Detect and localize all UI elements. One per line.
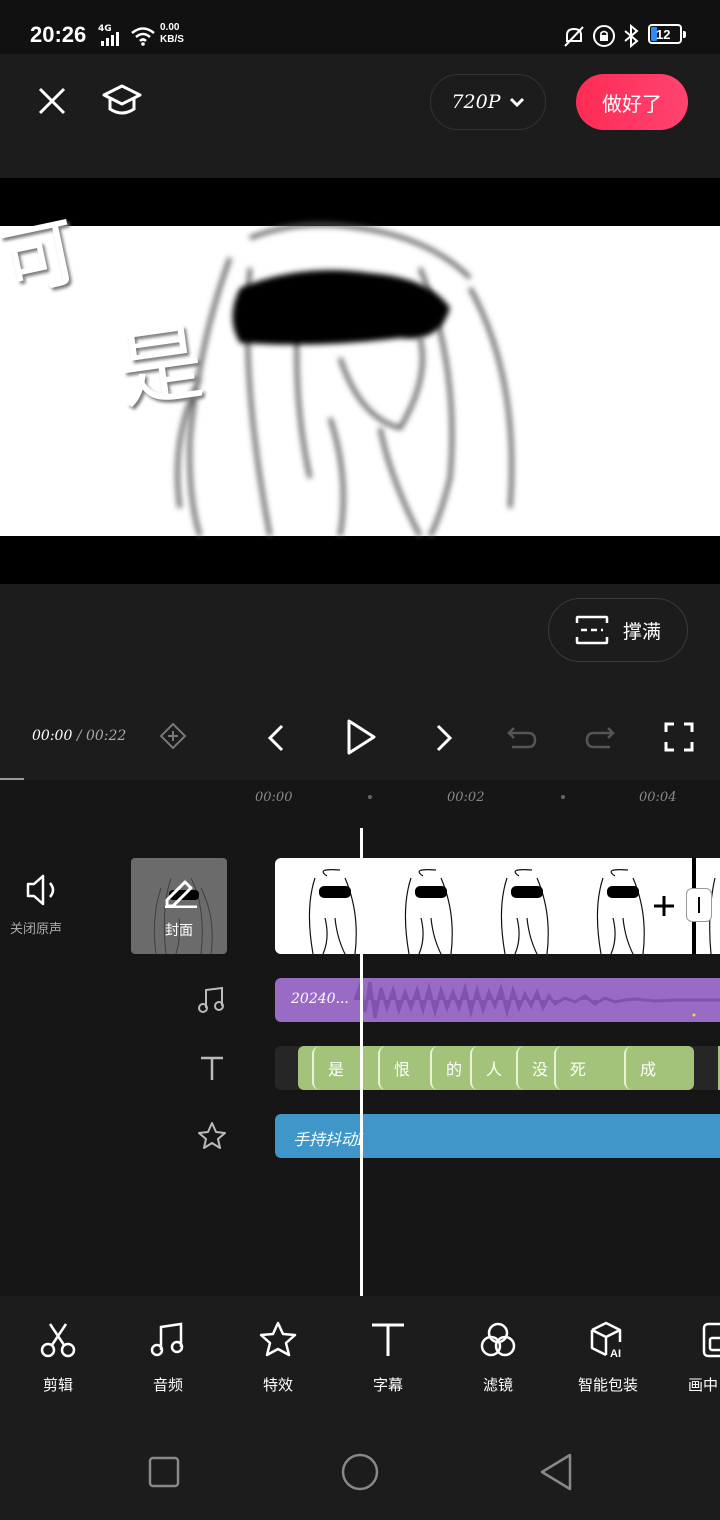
sketch-illustration xyxy=(175,222,514,537)
cover-label: 封面 xyxy=(165,923,193,939)
battery-indicator: 12 xyxy=(648,24,686,44)
speaker-icon[interactable] xyxy=(24,872,64,908)
picture-in-picture-icon xyxy=(702,1322,720,1358)
text-segment[interactable]: 是 xyxy=(312,1046,378,1090)
time-separator: / xyxy=(76,728,82,744)
tool-label: 字幕 xyxy=(372,1376,403,1394)
ruler-tick: 00:00 xyxy=(255,790,293,805)
transition-button[interactable] xyxy=(686,888,712,922)
audio-clip-label: 20240... xyxy=(291,991,349,1007)
total-time: 00:22 xyxy=(85,728,127,744)
ruler-dot xyxy=(561,795,565,799)
cover-button[interactable]: 封面 xyxy=(131,858,227,954)
sparkle-star-icon xyxy=(259,1321,297,1357)
edit-pencil-icon xyxy=(165,880,197,908)
undo-icon[interactable] xyxy=(506,724,538,752)
timecode: 00:00 / 00:22 xyxy=(32,728,126,744)
fill-screen-button[interactable]: 撑满 xyxy=(548,598,688,662)
previous-frame-icon[interactable] xyxy=(264,722,288,754)
text-track-icon xyxy=(201,1056,223,1080)
text-icon xyxy=(372,1323,404,1356)
filter-circles-icon xyxy=(480,1322,516,1357)
add-keyframe-icon[interactable] xyxy=(159,722,187,750)
audio-track-icon xyxy=(198,986,224,1013)
back-triangle-icon[interactable] xyxy=(538,1452,574,1492)
text-segment[interactable]: 没 xyxy=(516,1046,554,1090)
wifi-icon xyxy=(131,27,155,46)
music-note-icon xyxy=(150,1322,184,1357)
text-track[interactable]: 是 恨 的 人 没 死 成 xyxy=(298,1046,694,1090)
tool-smart-package[interactable]: AI 智能包装 xyxy=(558,1320,658,1395)
mute-original-label[interactable]: 关闭原声 xyxy=(10,918,62,937)
preview-caption-2: 是 xyxy=(112,312,210,422)
tool-label: 滤镜 xyxy=(482,1376,513,1394)
text-segment[interactable]: 死 xyxy=(554,1046,624,1090)
text-segment[interactable]: 的 xyxy=(430,1046,470,1090)
signal-icon xyxy=(101,32,119,46)
tool-label: 音频 xyxy=(152,1376,183,1394)
tool-picture-in-picture[interactable]: 画中 xyxy=(668,1320,720,1395)
effect-clip-label: 手持抖动I xyxy=(293,1130,364,1149)
effect-track-icon xyxy=(198,1122,226,1149)
fill-screen-label: 撑满 xyxy=(622,620,661,643)
next-frame-icon[interactable] xyxy=(432,722,456,754)
net-speed-unit: KB/S xyxy=(160,34,184,45)
tutorial-cap-icon[interactable] xyxy=(102,83,142,119)
tool-label: 画中 xyxy=(688,1376,719,1394)
tool-audio[interactable]: 音频 xyxy=(118,1320,218,1395)
ruler-tick: 00:02 xyxy=(447,790,485,805)
battery-level: 12 xyxy=(656,27,671,42)
audio-track[interactable]: 20240... xyxy=(275,978,720,1022)
tool-subtitles[interactable]: 字幕 xyxy=(338,1320,438,1395)
video-preview[interactable] xyxy=(0,178,720,584)
svg-text:AI: AI xyxy=(610,1348,621,1360)
bell-muted-icon xyxy=(564,26,584,47)
fullscreen-icon[interactable] xyxy=(664,722,694,752)
status-time: 20:26 xyxy=(30,22,87,47)
text-segment[interactable]: 成 xyxy=(624,1046,694,1090)
net-speed: 0.00 KB/S xyxy=(160,22,184,46)
redo-icon[interactable] xyxy=(584,724,616,752)
close-icon[interactable] xyxy=(38,87,66,115)
effect-track[interactable]: 手持抖动I xyxy=(275,1114,720,1158)
ruler-dot xyxy=(368,795,372,799)
ruler-tick: 00:04 xyxy=(639,790,677,805)
tool-label: 智能包装 xyxy=(577,1376,638,1394)
tool-cut[interactable]: 剪辑 xyxy=(8,1320,108,1395)
resolution-label: 720P xyxy=(451,91,501,113)
text-segment[interactable]: 人 xyxy=(470,1046,516,1090)
tool-filters[interactable]: 滤镜 xyxy=(448,1320,548,1395)
play-icon[interactable] xyxy=(344,718,378,756)
tool-label: 剪辑 xyxy=(42,1376,73,1394)
progress-line xyxy=(0,778,24,780)
tool-effects[interactable]: 特效 xyxy=(228,1320,328,1395)
playhead[interactable] xyxy=(360,828,363,1296)
scissors-icon xyxy=(40,1323,76,1358)
current-time: 00:00 xyxy=(32,728,73,744)
recents-square-icon[interactable] xyxy=(148,1456,180,1488)
bluetooth-icon xyxy=(624,24,639,48)
fill-frame-icon xyxy=(575,615,609,645)
lock-rotation-icon xyxy=(593,25,615,47)
net-speed-value: 0.00 xyxy=(160,22,180,33)
home-circle-icon[interactable] xyxy=(340,1452,380,1492)
ai-box-icon: AI xyxy=(590,1321,622,1360)
add-clip-icon[interactable] xyxy=(650,892,678,920)
text-segment[interactable]: 恨 xyxy=(378,1046,430,1090)
done-button[interactable]: 做好了 xyxy=(576,74,688,130)
resolution-button[interactable]: 720P xyxy=(430,74,546,130)
chevron-down-icon xyxy=(509,97,524,108)
tool-label: 特效 xyxy=(262,1376,293,1394)
